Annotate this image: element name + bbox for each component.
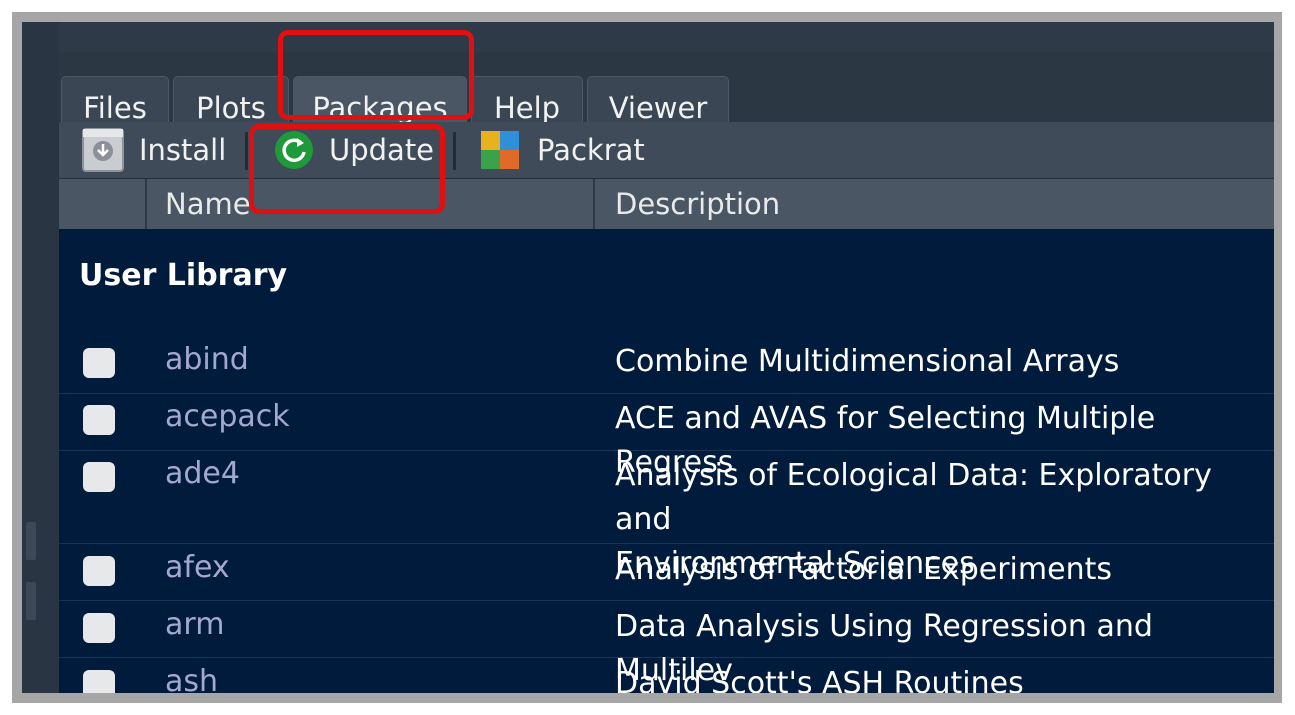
tab-bar: Files Plots Packages Help Viewer xyxy=(59,52,1274,138)
package-name-link[interactable]: abind xyxy=(165,342,249,377)
package-checkbox[interactable] xyxy=(83,405,115,435)
package-checkbox[interactable] xyxy=(83,670,115,693)
install-label: Install xyxy=(139,133,227,167)
package-name-link[interactable]: afex xyxy=(165,550,230,585)
library-section-title: User Library xyxy=(79,258,288,293)
package-checkbox[interactable] xyxy=(83,348,115,378)
table-header: Name Description xyxy=(59,179,1274,229)
install-button[interactable]: Install xyxy=(81,122,226,178)
table-row: ash David Scott's ASH Routines xyxy=(59,658,1274,693)
refresh-icon xyxy=(275,131,313,169)
packrat-button[interactable]: Packrat xyxy=(479,122,645,178)
package-name-link[interactable]: ash xyxy=(165,664,218,693)
package-checkbox[interactable] xyxy=(83,556,115,586)
table-row: acepack ACE and AVAS for Selecting Multi… xyxy=(59,394,1274,480)
package-checkbox[interactable] xyxy=(83,613,115,643)
table-row: ade4 Analysis of Ecological Data: Explor… xyxy=(59,451,1274,581)
install-icon xyxy=(82,128,124,172)
table-row: abind Combine Multidimensional Arrays xyxy=(59,336,1274,394)
pane-edge-mark xyxy=(26,582,36,620)
table-row: arm Data Analysis Using Regression and M… xyxy=(59,601,1274,688)
left-pane-edge xyxy=(22,22,59,693)
select-column-header xyxy=(59,179,147,229)
pane-edge-mark xyxy=(26,522,36,560)
update-label: Update xyxy=(329,133,435,167)
name-column-header[interactable]: Name xyxy=(147,179,595,229)
package-checkbox[interactable] xyxy=(83,462,115,492)
packrat-label: Packrat xyxy=(537,133,645,167)
package-name-link[interactable]: acepack xyxy=(165,399,290,434)
packages-pane: Files Plots Packages Help Viewer Install xyxy=(59,52,1274,693)
description-column-header[interactable]: Description xyxy=(597,179,1274,229)
rstudio-window: Files Plots Packages Help Viewer Install xyxy=(22,22,1274,693)
package-name-link[interactable]: ade4 xyxy=(165,456,240,491)
packages-toolbar: Install Update Packrat xyxy=(59,122,1274,179)
update-button[interactable]: Update xyxy=(273,122,434,178)
packrat-icon xyxy=(481,131,519,169)
pane-top-border xyxy=(59,22,1274,53)
toolbar-separator xyxy=(453,132,456,170)
package-name-link[interactable]: arm xyxy=(165,607,224,642)
package-description: David Scott's ASH Routines xyxy=(615,666,1024,693)
package-description: Combine Multidimensional Arrays xyxy=(615,344,1120,379)
table-row: afex Analysis of Factorial Experiments xyxy=(59,544,1274,601)
toolbar-separator xyxy=(245,132,248,170)
package-description: Analysis of Factorial Experiments xyxy=(615,552,1112,587)
